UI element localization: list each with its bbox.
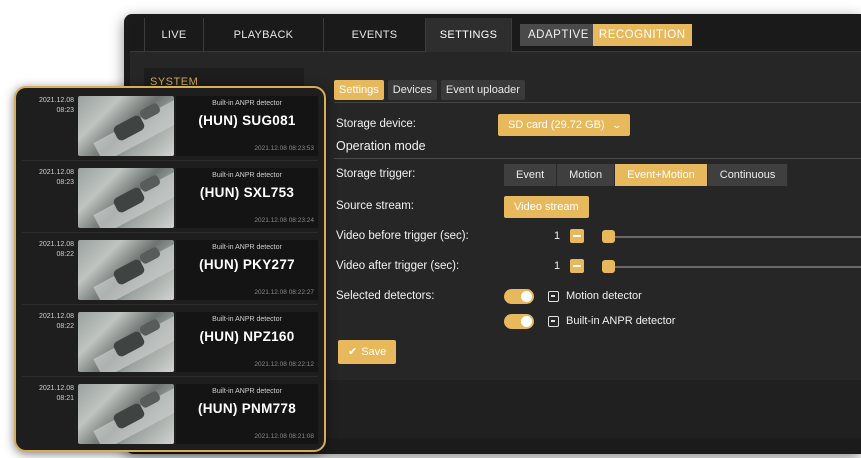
storage-device-dropdown[interactable]: SD card (29.72 GB) ⌄ xyxy=(498,114,631,136)
detection-datetime: 2021.12.08 08:22 xyxy=(22,312,74,332)
detection-date: 2021.12.08 xyxy=(38,385,74,392)
license-plate: (HUN) SUG081 xyxy=(198,113,296,128)
row-divider xyxy=(22,232,318,233)
check-icon: ✔ xyxy=(348,346,358,358)
detection-source: Built-in ANPR detector xyxy=(212,100,282,107)
detection-datetime: 2021.12.08 08:23 xyxy=(22,96,74,116)
brand-right-text: RECOGNITION xyxy=(592,24,692,46)
tab-playback[interactable]: PLAYBACK xyxy=(204,18,324,52)
detection-source: Built-in ANPR detector xyxy=(212,172,282,179)
anpr-detector-toggle[interactable] xyxy=(504,314,534,329)
detection-item[interactable]: 2021.12.08 08:23 Built-in ANPR detector … xyxy=(16,90,324,160)
license-plate: (HUN) PKY277 xyxy=(199,257,295,272)
detection-timestamp: 2021.12.08 08:22:12 xyxy=(254,361,314,368)
detection-time: 08:22 xyxy=(56,251,74,258)
detection-timestamp: 2021.12.08 08:21:08 xyxy=(254,433,314,440)
license-plate: (HUN) NPZ160 xyxy=(199,329,295,344)
settings-subtabs: Settings Devices Event uploader xyxy=(334,80,525,100)
detection-source: Built-in ANPR detector xyxy=(212,244,282,251)
trigger-option-motion[interactable]: Motion xyxy=(557,164,616,186)
plate-card: Built-in ANPR detector (HUN) SUG081 2021… xyxy=(176,96,318,156)
video-before-value: 1 xyxy=(554,230,561,242)
trigger-option-event-motion[interactable]: Event+Motion xyxy=(615,164,708,186)
detection-item[interactable]: 2021.12.08 08:21 Built-in ANPR detector … xyxy=(16,378,324,448)
save-button[interactable]: ✔ Save xyxy=(338,340,397,364)
video-after-label: Video after trigger (sec): xyxy=(336,260,460,272)
video-after-decrement-button[interactable] xyxy=(570,259,584,273)
storage-device-label: Storage device: xyxy=(336,118,416,130)
detection-item[interactable]: 2021.12.08 08:22 Built-in ANPR detector … xyxy=(16,234,324,304)
video-before-slider-thumb[interactable] xyxy=(602,230,615,243)
plate-card: Built-in ANPR detector (HUN) PNM778 2021… xyxy=(176,384,318,444)
storage-trigger-selector: Event Motion Event+Motion Continuous xyxy=(504,164,789,186)
motion-detector-icon xyxy=(548,291,559,302)
top-navbar: LIVE PLAYBACK EVENTS SETTINGS ADAPTIVE R… xyxy=(130,18,861,52)
detection-time: 08:21 xyxy=(56,395,74,402)
subtab-settings[interactable]: Settings xyxy=(334,80,384,100)
source-stream-button[interactable]: Video stream xyxy=(504,196,589,218)
motion-detector-toggle[interactable] xyxy=(504,289,534,304)
storage-device-value: SD card (29.72 GB) xyxy=(508,119,605,131)
trigger-option-continuous[interactable]: Continuous xyxy=(707,164,789,186)
plate-card: Built-in ANPR detector (HUN) SXL753 2021… xyxy=(176,168,318,228)
detection-source: Built-in ANPR detector xyxy=(212,388,282,395)
video-after-slider-thumb[interactable] xyxy=(602,260,615,273)
plate-card: Built-in ANPR detector (HUN) PKY277 2021… xyxy=(176,240,318,300)
video-after-slider-track[interactable] xyxy=(608,266,861,268)
tab-live[interactable]: LIVE xyxy=(144,18,204,52)
row-divider xyxy=(22,304,318,305)
subtab-event-uploader[interactable]: Event uploader xyxy=(440,80,525,100)
operation-mode-title: Operation mode xyxy=(336,139,426,153)
video-before-label: Video before trigger (sec): xyxy=(336,230,469,242)
detection-time: 08:22 xyxy=(56,323,74,330)
video-before-decrement-button[interactable] xyxy=(570,229,584,243)
video-before-slider-track[interactable] xyxy=(608,236,861,238)
detection-timestamp: 2021.12.08 08:22:27 xyxy=(254,289,314,296)
detection-source: Built-in ANPR detector xyxy=(212,316,282,323)
row-divider xyxy=(22,376,318,377)
detection-item[interactable]: 2021.12.08 08:22 Built-in ANPR detector … xyxy=(16,306,324,376)
detection-thumbnail[interactable] xyxy=(78,96,174,156)
plate-card: Built-in ANPR detector (HUN) NPZ160 2021… xyxy=(176,312,318,372)
save-label: Save xyxy=(361,346,387,358)
motion-detector-label: Motion detector xyxy=(566,290,642,302)
trigger-option-event[interactable]: Event xyxy=(504,164,558,186)
detection-datetime: 2021.12.08 08:23 xyxy=(22,168,74,188)
license-plate: (HUN) PNM778 xyxy=(197,401,297,416)
detections-panel: 2021.12.08 08:23 Built-in ANPR detector … xyxy=(14,86,326,452)
detection-date: 2021.12.08 xyxy=(38,241,74,248)
brand-logo: ADAPTIVE RECOGNITION xyxy=(520,24,692,46)
license-plate: (HUN) SXL753 xyxy=(199,185,295,200)
detection-thumbnail[interactable] xyxy=(78,240,174,300)
brand-left-text: ADAPTIVE xyxy=(528,29,589,41)
detection-datetime: 2021.12.08 08:21 xyxy=(22,384,74,404)
storage-trigger-label: Storage trigger: xyxy=(336,168,416,180)
row-divider xyxy=(22,160,318,161)
detection-timestamp: 2021.12.08 08:23:24 xyxy=(254,217,314,224)
selected-detectors-label: Selected detectors: xyxy=(336,290,435,302)
detection-date: 2021.12.08 xyxy=(38,169,74,176)
detection-time: 08:23 xyxy=(56,107,74,114)
video-after-value: 1 xyxy=(554,260,561,272)
detection-thumbnail[interactable] xyxy=(78,384,174,444)
source-stream-label: Source stream: xyxy=(336,200,414,212)
detection-date: 2021.12.08 xyxy=(38,97,74,104)
anpr-detector-label: Built-in ANPR detector xyxy=(566,315,676,327)
detection-thumbnail[interactable] xyxy=(78,168,174,228)
detection-timestamp: 2021.12.08 08:23:53 xyxy=(254,145,314,152)
chevron-down-icon: ⌄ xyxy=(611,120,622,130)
detection-item[interactable]: 2021.12.08 08:23 Built-in ANPR detector … xyxy=(16,162,324,232)
detection-thumbnail[interactable] xyxy=(78,312,174,372)
detection-datetime: 2021.12.08 08:22 xyxy=(22,240,74,260)
anpr-detector-icon xyxy=(548,316,559,327)
detection-time: 08:23 xyxy=(56,179,74,186)
detection-date: 2021.12.08 xyxy=(38,313,74,320)
operation-mode-divider xyxy=(334,158,861,159)
tab-events[interactable]: EVENTS xyxy=(324,18,426,52)
tab-settings[interactable]: SETTINGS xyxy=(426,18,512,52)
subtab-devices[interactable]: Devices xyxy=(387,80,437,100)
subtabs-divider xyxy=(334,102,861,103)
